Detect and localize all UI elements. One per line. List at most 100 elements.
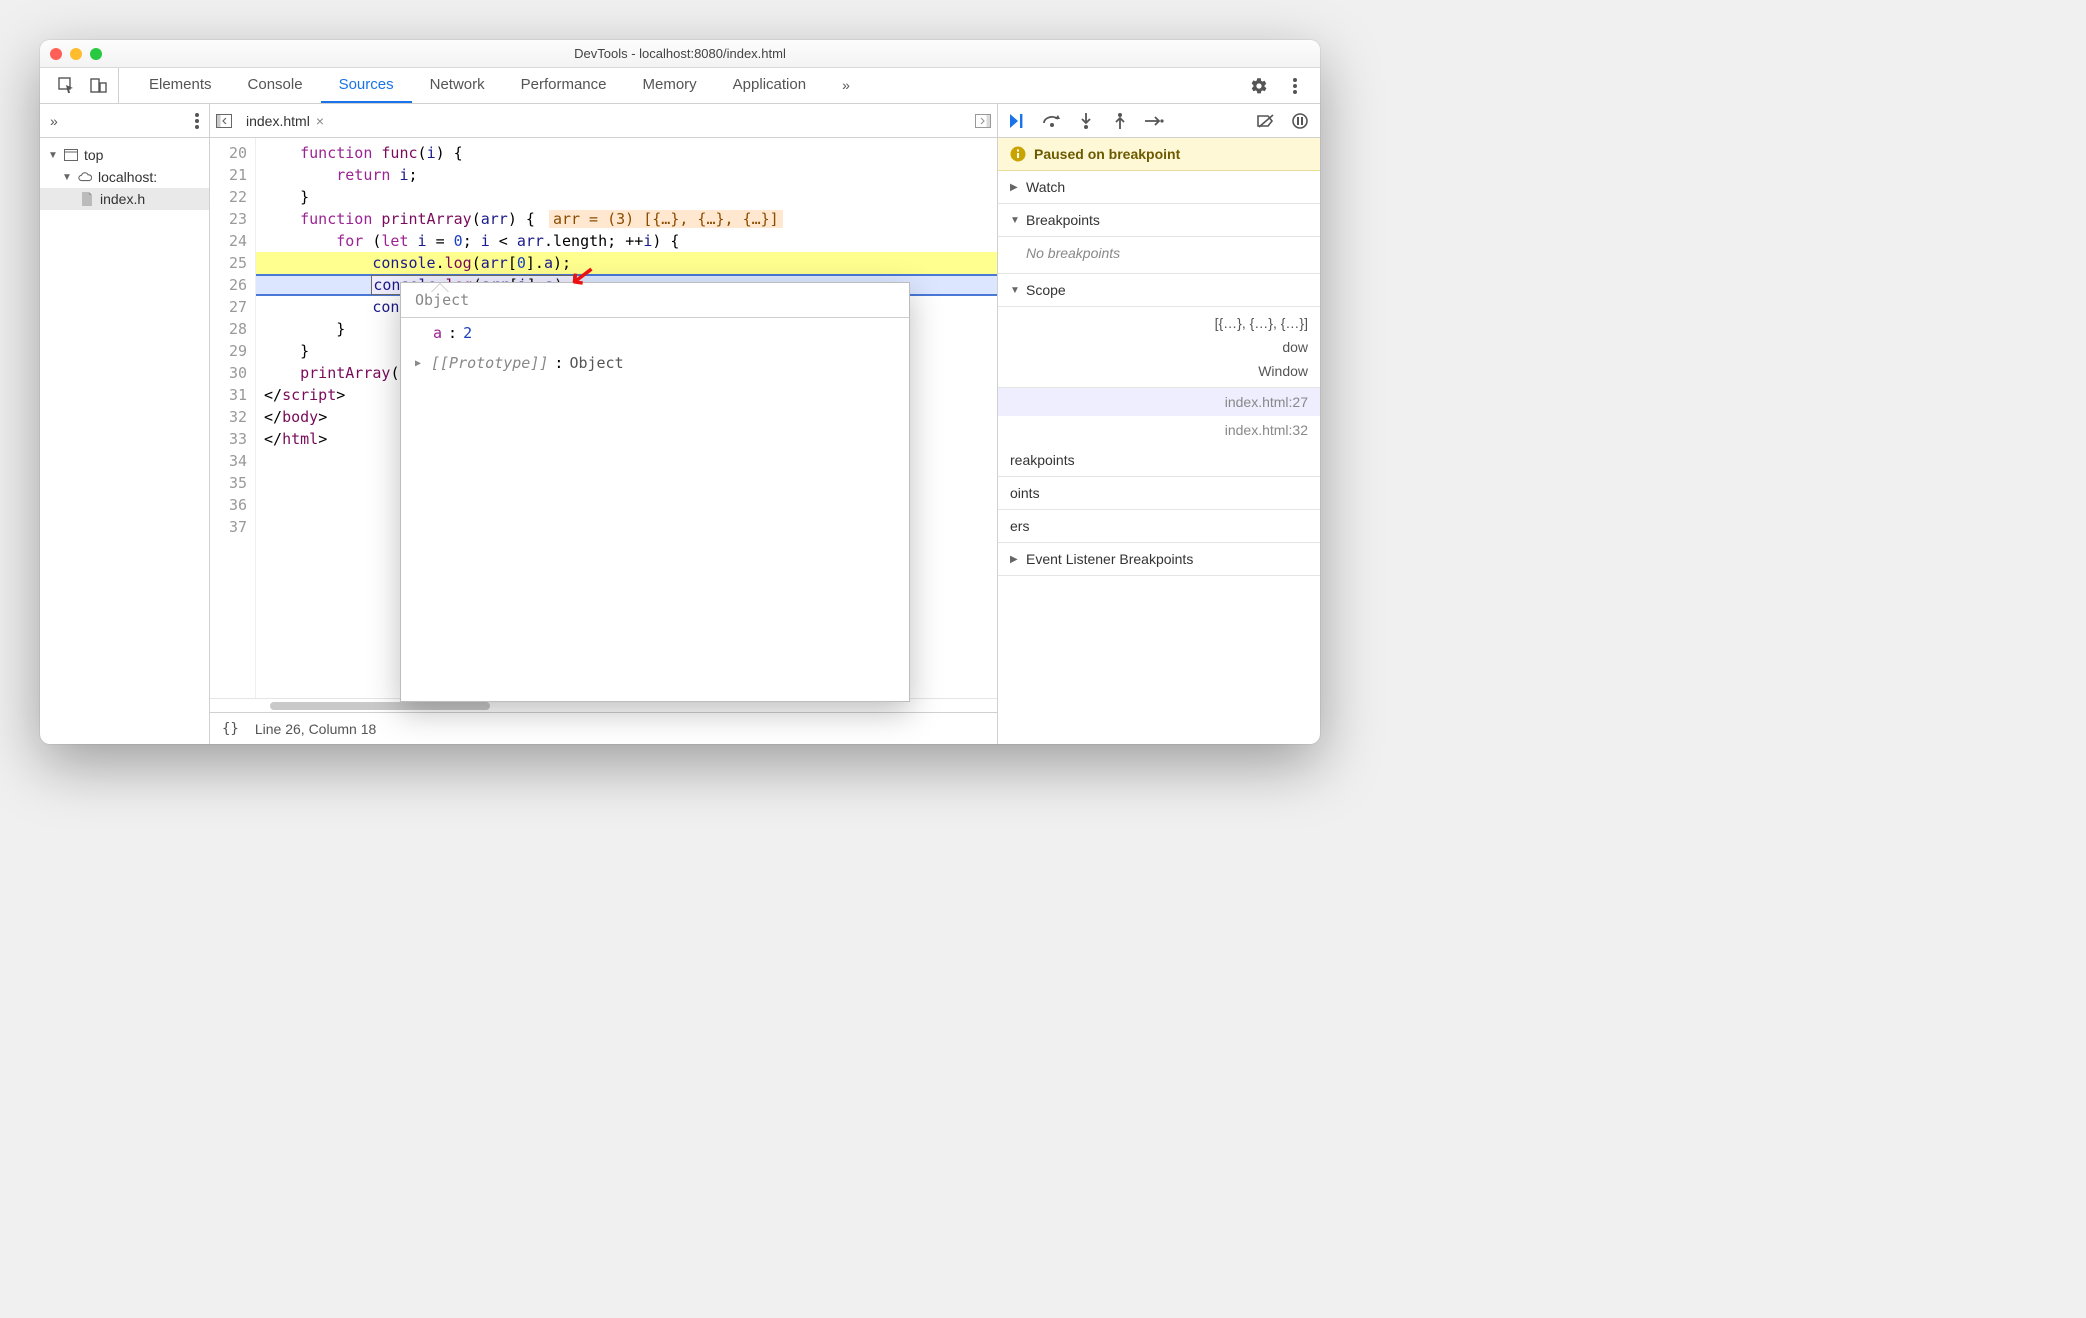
section-breakpoints[interactable]: ▼ Breakpoints <box>998 204 1320 237</box>
tab-sources[interactable]: Sources <box>321 68 412 103</box>
section-dom-breakpoints[interactable]: oints <box>998 477 1320 510</box>
section-global-listeners[interactable]: ers <box>998 510 1320 543</box>
code-line[interactable]: function printArray(arr) {arr = (3) [{…}… <box>256 208 997 230</box>
line-number[interactable]: 25 <box>214 252 247 274</box>
line-number[interactable]: 29 <box>214 340 247 362</box>
popup-proto-value: Object <box>569 354 623 372</box>
line-number[interactable]: 23 <box>214 208 247 230</box>
step-over-icon[interactable] <box>1042 111 1062 131</box>
devtools-tabstrip: Elements Console Sources Network Perform… <box>40 68 1320 104</box>
line-number[interactable]: 22 <box>214 186 247 208</box>
tab-network[interactable]: Network <box>412 68 503 103</box>
line-number[interactable]: 24 <box>214 230 247 252</box>
panel-tabs: Elements Console Sources Network Perform… <box>119 68 1248 103</box>
tree-origin-label: localhost: <box>98 169 157 185</box>
code-line[interactable]: } <box>256 186 997 208</box>
file-tab-bar: index.html × <box>210 104 997 138</box>
tab-performance[interactable]: Performance <box>503 68 625 103</box>
tree-file-index[interactable]: index.h <box>40 188 209 210</box>
scrollbar-thumb[interactable] <box>270 702 490 710</box>
inspect-element-icon[interactable] <box>56 75 78 97</box>
line-number[interactable]: 37 <box>214 516 247 538</box>
callstack-row[interactable]: index.html:27 <box>998 388 1320 416</box>
tab-console[interactable]: Console <box>230 68 321 103</box>
section-scope[interactable]: ▼ Scope <box>998 274 1320 307</box>
tree-top-label: top <box>84 147 103 163</box>
section-label: Event Listener Breakpoints <box>1026 551 1193 567</box>
line-number[interactable]: 20 <box>214 142 247 164</box>
scope-row[interactable]: Window <box>998 359 1320 383</box>
line-number[interactable]: 28 <box>214 318 247 340</box>
watch-label: Watch <box>1026 179 1065 195</box>
tree-top-frame[interactable]: ▼ top <box>40 144 209 166</box>
line-number[interactable]: 27 <box>214 296 247 318</box>
line-number[interactable]: 26 <box>214 274 247 296</box>
step-icon[interactable] <box>1144 111 1164 131</box>
line-number[interactable]: 35 <box>214 472 247 494</box>
popup-property-row[interactable]: a: 2 <box>401 318 909 348</box>
code-line[interactable]: function func(i) { <box>256 142 997 164</box>
scope-value: dow <box>1282 339 1308 355</box>
settings-gear-icon[interactable] <box>1248 75 1270 97</box>
line-number[interactable]: 34 <box>214 450 247 472</box>
window-title: DevTools - localhost:8080/index.html <box>40 46 1320 61</box>
file-tab-index[interactable]: index.html × <box>240 113 330 129</box>
line-number[interactable]: 33 <box>214 428 247 450</box>
file-tab-label: index.html <box>246 113 310 129</box>
chevron-down-icon: ▼ <box>1010 285 1020 296</box>
minimize-window-button[interactable] <box>70 48 82 60</box>
zoom-window-button[interactable] <box>90 48 102 60</box>
chevron-down-icon: ▼ <box>1010 215 1020 226</box>
devtools-window: DevTools - localhost:8080/index.html Ele… <box>40 40 1320 744</box>
more-tabs-icon[interactable]: » <box>824 68 868 103</box>
deactivate-breakpoints-icon[interactable] <box>1256 111 1276 131</box>
code-line[interactable]: return i; <box>256 164 997 186</box>
callstack-row[interactable]: index.html:32 <box>998 416 1320 444</box>
step-out-icon[interactable] <box>1110 111 1130 131</box>
tree-file-label: index.h <box>100 191 145 207</box>
chevron-right-icon: ▶ <box>1010 182 1020 193</box>
line-number[interactable]: 36 <box>214 494 247 516</box>
section-watch[interactable]: ▶ Watch <box>998 171 1320 204</box>
close-window-button[interactable] <box>50 48 62 60</box>
line-number[interactable]: 32 <box>214 406 247 428</box>
scope-row[interactable]: dow <box>998 335 1320 359</box>
tab-memory[interactable]: Memory <box>625 68 715 103</box>
navigator-menu-icon[interactable] <box>195 113 199 129</box>
callstack-location: index.html:32 <box>1225 422 1308 438</box>
tab-elements[interactable]: Elements <box>131 68 230 103</box>
popup-proto-label: [[Prototype]] <box>431 354 548 372</box>
step-into-icon[interactable] <box>1076 111 1096 131</box>
tab-application[interactable]: Application <box>715 68 824 103</box>
resume-icon[interactable] <box>1008 111 1028 131</box>
line-number[interactable]: 21 <box>214 164 247 186</box>
section-label: ers <box>1010 518 1029 534</box>
popup-prop-key: a <box>433 324 442 342</box>
code-line[interactable]: for (let i = 0; i < arr.length; ++i) { <box>256 230 997 252</box>
section-event-listener-breakpoints[interactable]: ▶ Event Listener Breakpoints <box>998 543 1320 576</box>
pause-exceptions-icon[interactable] <box>1290 111 1310 131</box>
scope-row[interactable]: [{…}, {…}, {…}] <box>998 311 1320 335</box>
close-tab-icon[interactable]: × <box>316 113 324 129</box>
section-label: reakpoints <box>1010 452 1075 468</box>
navigator-pane: » ▼ top ▼ localhost: <box>40 104 210 744</box>
tree-origin[interactable]: ▼ localhost: <box>40 166 209 188</box>
toggle-debugger-pane-icon[interactable] <box>975 114 991 128</box>
section-xhr-breakpoints[interactable]: reakpoints <box>998 444 1320 477</box>
editor-statusbar: {} Line 26, Column 18 <box>210 712 997 744</box>
section-label: oints <box>1010 485 1040 501</box>
scope-label: Scope <box>1026 282 1066 298</box>
toggle-navigator-icon[interactable] <box>216 114 232 128</box>
kebab-menu-icon[interactable] <box>1284 75 1306 97</box>
file-icon <box>80 192 94 206</box>
popup-prototype-row[interactable]: ▶ [[Prototype]]: Object <box>401 348 909 378</box>
navigator-more-icon[interactable]: » <box>50 113 58 129</box>
traffic-lights <box>50 48 102 60</box>
line-number[interactable]: 31 <box>214 384 247 406</box>
code-line[interactable]: console.log(arr[0].a); <box>256 252 997 274</box>
paused-label: Paused on breakpoint <box>1034 146 1180 162</box>
pretty-print-icon[interactable]: {} <box>222 721 239 737</box>
device-toolbar-icon[interactable] <box>88 75 110 97</box>
line-number[interactable]: 30 <box>214 362 247 384</box>
scope-body: [{…}, {…}, {…}] dow Window <box>998 307 1320 387</box>
